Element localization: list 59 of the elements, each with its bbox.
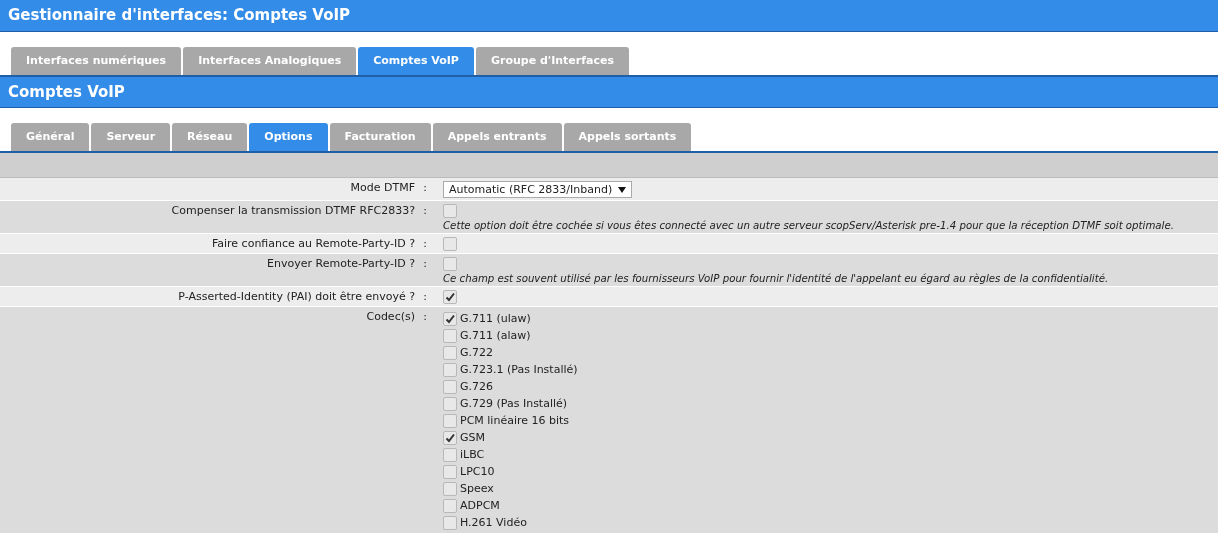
tab[interactable]: Appels sortants [563, 123, 692, 151]
help-text: Ce champ est souvent utilisé par les fournisseurs VoIP pour fournir l'identité de l'appelant eu égard au règles de la confidentialité. [443, 273, 1109, 284]
colon: : [422, 310, 428, 323]
option-label: G.711 (ulaw) [460, 312, 531, 325]
option-label: iLBC [460, 448, 485, 461]
checkbox[interactable] [443, 345, 457, 360]
tab[interactable]: Interfaces numériques [11, 47, 182, 75]
option-label: G.711 (alaw) [460, 329, 531, 342]
section-title: Comptes VoIP [0, 77, 1218, 108]
checkbox[interactable] [443, 204, 457, 218]
checkbox[interactable] [443, 290, 457, 304]
checkbox[interactable] [443, 311, 457, 326]
checkbox[interactable] [443, 237, 457, 251]
checkbox[interactable] [443, 362, 457, 377]
checkbox[interactable] [443, 481, 457, 496]
option-label: G.729 (Pas Installé) [460, 397, 568, 410]
tab[interactable]: Facturation [329, 123, 431, 151]
checkbox[interactable] [443, 379, 457, 394]
colon: : [422, 181, 428, 194]
tab[interactable]: Serveur [91, 123, 171, 151]
option-label: GSM [460, 431, 485, 444]
option-label: G.726 [460, 380, 494, 393]
field-label: Faire confiance au Remote-Party-ID ? [211, 237, 415, 250]
tab[interactable]: Groupe d'Interfaces [475, 47, 629, 75]
colon: : [422, 237, 428, 250]
help-text: Cette option doit être cochée si vous êtes connecté avec un autre serveur scopServ/Asterisk pre-1.4 pour que la réception DTMF soit optimale. [443, 220, 1174, 231]
tab[interactable]: Appels entrants [432, 123, 562, 151]
option-label: H.261 Vidéo [460, 516, 527, 529]
checkbox[interactable] [443, 498, 457, 513]
field-label: P-Asserted-Identity (PAI) doit être envoyé ? [178, 290, 415, 303]
tab[interactable]: Réseau [172, 123, 248, 151]
field-label: Envoyer Remote-Party-ID ? [267, 257, 415, 270]
checkbox[interactable] [443, 413, 457, 428]
tab[interactable]: Options [249, 123, 328, 151]
option-label: Speex [460, 482, 494, 495]
checkbox[interactable] [443, 396, 457, 411]
field-label: Compenser la transmission DTMF RFC2833? [171, 204, 415, 217]
tab[interactable]: Comptes VoIP [358, 47, 474, 75]
checkbox[interactable] [443, 257, 457, 271]
checkbox[interactable] [443, 515, 457, 530]
tab[interactable]: Général [11, 123, 90, 151]
checkbox[interactable] [443, 328, 457, 343]
option-label: ADPCM [460, 499, 500, 512]
window-title: Gestionnaire d'interfaces: Comptes VoIP [0, 0, 1218, 32]
colon: : [422, 257, 428, 270]
checkbox[interactable] [443, 430, 457, 445]
colon: : [422, 204, 428, 217]
field-label: Mode DTMF [350, 181, 415, 194]
option-label: LPC10 [460, 465, 495, 478]
checkbox[interactable] [443, 464, 457, 479]
tab[interactable]: Interfaces Analogiques [183, 47, 357, 75]
option-label: G.723.1 (Pas Installé) [460, 363, 578, 376]
option-label: G.722 [460, 346, 494, 359]
field-label: Codec(s) [366, 310, 415, 323]
checkbox[interactable] [443, 447, 457, 462]
dropdown[interactable]: Automatic (RFC 2833/Inband) [443, 181, 633, 198]
option-label: PCM linéaire 16 bits [460, 414, 570, 427]
caret-icon [618, 185, 627, 194]
colon: : [422, 290, 428, 303]
